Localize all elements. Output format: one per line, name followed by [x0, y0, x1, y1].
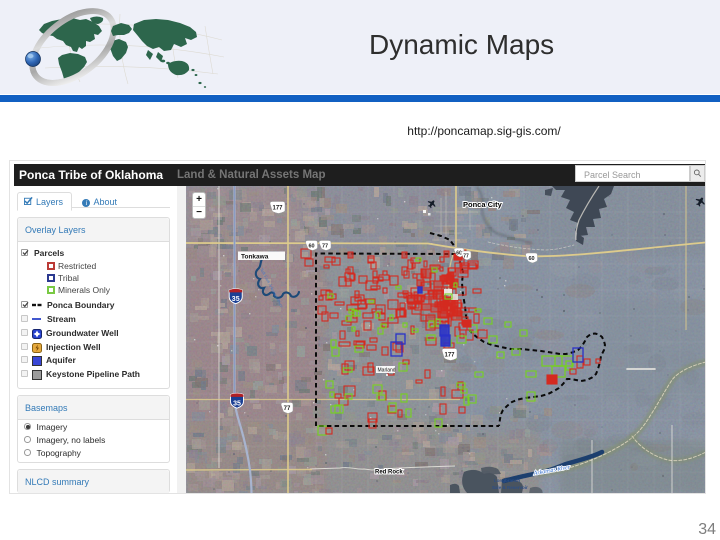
svg-text:77: 77	[463, 254, 469, 260]
svg-text:Sale & Reservoir: Sale & Reservoir	[492, 485, 528, 490]
svg-text:Longbranch: Longbranch	[494, 478, 520, 483]
svg-text:177: 177	[272, 206, 283, 212]
svg-text:35: 35	[232, 296, 240, 303]
svg-text:60: 60	[528, 256, 534, 262]
svg-text:35: 35	[233, 401, 241, 408]
svg-text:177: 177	[444, 353, 455, 359]
svg-text:60: 60	[308, 244, 314, 250]
svg-text:Ponca City: Ponca City	[463, 200, 503, 209]
svg-text:77: 77	[322, 244, 328, 250]
svg-text:Tonkawa: Tonkawa	[241, 254, 269, 261]
svg-text:Marland: Marland	[378, 368, 396, 374]
svg-text:Red Rock: Red Rock	[375, 470, 403, 476]
svg-text:77: 77	[284, 406, 291, 412]
